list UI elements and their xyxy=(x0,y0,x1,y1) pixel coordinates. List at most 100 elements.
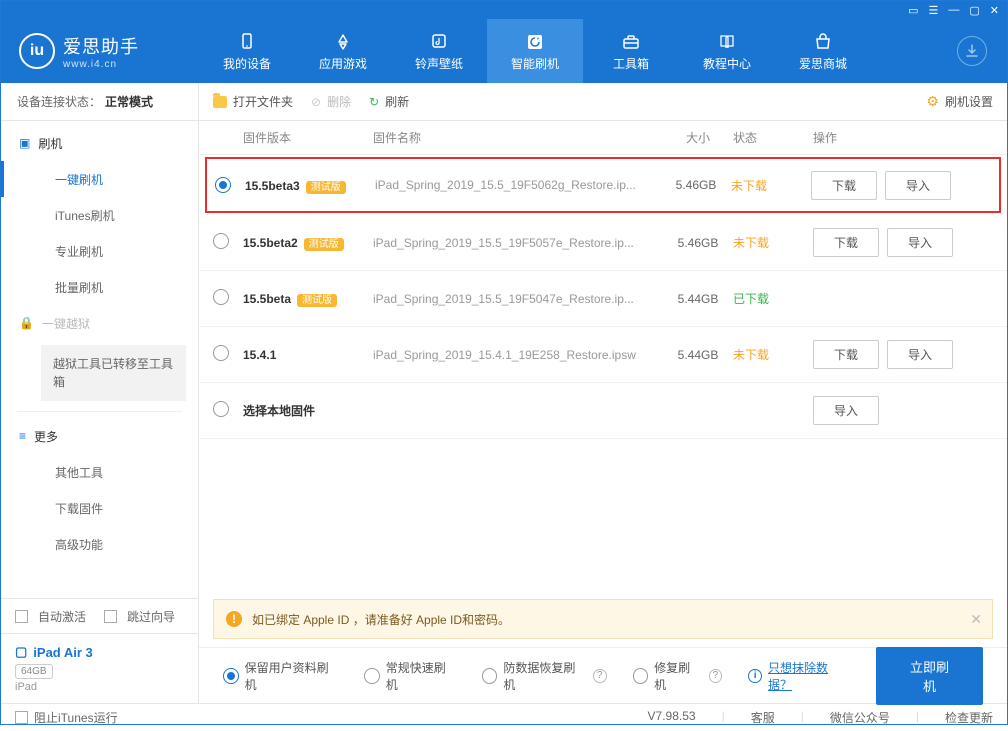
firmware-version: 15.5beta xyxy=(243,292,291,306)
app-icon xyxy=(332,31,354,53)
device-name: iPad Air 3 xyxy=(33,645,92,660)
refresh-icon: ↻ xyxy=(369,95,379,109)
sidebar-item-0-1[interactable]: iTunes刷机 xyxy=(1,197,198,233)
firmware-radio[interactable] xyxy=(215,177,231,193)
open-folder-button[interactable]: 打开文件夹 xyxy=(213,93,293,110)
flash-settings-button[interactable]: ⚙ 刷机设置 xyxy=(926,93,993,110)
skip-guide-checkbox[interactable] xyxy=(104,610,117,623)
sidebar-item-2-2[interactable]: 高级功能 xyxy=(1,526,198,562)
flash-option-2[interactable]: 防数据恢复刷机? xyxy=(482,659,607,693)
titlebar-maximize-icon[interactable]: ▢ xyxy=(969,4,979,17)
top-tab-shop[interactable]: 爱思商城 xyxy=(775,19,871,83)
firmware-table-header: 固件版本 固件名称 大小 状态 操作 xyxy=(199,121,1007,155)
firmware-filename: iPad_Spring_2019_15.5_19F5062g_Restore.i… xyxy=(375,178,661,192)
help-icon[interactable]: ? xyxy=(709,669,723,683)
firmware-size: 5.46GB xyxy=(663,236,733,250)
firmware-size: 5.46GB xyxy=(661,178,731,192)
refresh-icon xyxy=(524,31,546,53)
sidebar-item-2-0[interactable]: 其他工具 xyxy=(1,454,198,490)
top-tab-book[interactable]: 教程中心 xyxy=(679,19,775,83)
banner-close-icon[interactable]: ✕ xyxy=(970,611,982,628)
download-button[interactable]: 下载 xyxy=(811,171,877,200)
app-version: V7.98.53 xyxy=(648,709,696,726)
help-icon[interactable]: ? xyxy=(593,669,607,683)
top-tab-toolbox[interactable]: 工具箱 xyxy=(583,19,679,83)
firmware-size: 5.44GB xyxy=(663,292,733,306)
device-type: iPad xyxy=(15,681,184,693)
top-tab-refresh[interactable]: 智能刷机 xyxy=(487,19,583,83)
auto-activate-label: 自动激活 xyxy=(38,608,86,625)
flash-now-button[interactable]: 立即刷机 xyxy=(876,647,983,705)
firmware-radio[interactable] xyxy=(213,289,229,305)
sidebar-head-2[interactable]: ≡更多 xyxy=(1,418,198,454)
support-link[interactable]: 客服 xyxy=(751,709,775,726)
flash-option-1[interactable]: 常规快速刷机 xyxy=(364,659,456,693)
firmware-filename: iPad_Spring_2019_15.5_19F5057e_Restore.i… xyxy=(373,236,663,250)
firmware-row-4[interactable]: 选择本地固件 导入 xyxy=(199,383,1007,439)
download-manager-icon[interactable] xyxy=(957,36,987,66)
delete-icon: ⊘ xyxy=(311,95,321,109)
top-tab-app[interactable]: 应用游戏 xyxy=(295,19,391,83)
firmware-radio[interactable] xyxy=(213,401,229,417)
block-itunes-label: 阻止iTunes运行 xyxy=(34,709,118,726)
firmware-radio[interactable] xyxy=(213,233,229,249)
flash-option-radio[interactable] xyxy=(633,668,649,684)
sidebar-item-0-2[interactable]: 专业刷机 xyxy=(1,233,198,269)
auto-activate-checkbox[interactable] xyxy=(15,610,28,623)
sidebar-item-0-3[interactable]: 批量刷机 xyxy=(1,269,198,305)
music-icon xyxy=(428,31,450,53)
col-version: 固件版本 xyxy=(243,129,373,146)
import-button[interactable]: 导入 xyxy=(885,171,951,200)
firmware-version: 15.5beta2 xyxy=(243,236,298,250)
top-tab-device[interactable]: 我的设备 xyxy=(199,19,295,83)
sidebar-item-2-1[interactable]: 下载固件 xyxy=(1,490,198,526)
device-info[interactable]: ▢ iPad Air 3 64GB iPad xyxy=(1,633,198,703)
sidebar-head-0[interactable]: ▣刷机 xyxy=(1,125,198,161)
erase-data-link-wrap: i 只想抹除数据？ xyxy=(748,659,850,693)
flash-option-radio[interactable] xyxy=(223,668,239,684)
firmware-row-2[interactable]: 15.5beta测试版iPad_Spring_2019_15.5_19F5047… xyxy=(199,271,1007,327)
sidebar-menu: ▣刷机一键刷机iTunes刷机专业刷机批量刷机🔒一键越狱越狱工具已转移至工具箱≡… xyxy=(1,121,198,598)
book-icon xyxy=(716,31,738,53)
block-itunes-checkbox[interactable] xyxy=(15,711,28,724)
firmware-row-3[interactable]: 15.4.1iPad_Spring_2019_15.4.1_19E258_Res… xyxy=(199,327,1007,383)
import-button[interactable]: 导入 xyxy=(887,228,953,257)
refresh-button[interactable]: ↻ 刷新 xyxy=(369,93,409,110)
beta-badge: 测试版 xyxy=(306,181,346,194)
firmware-size: 5.44GB xyxy=(663,348,733,362)
wechat-link[interactable]: 微信公众号 xyxy=(830,709,890,726)
firmware-version: 15.5beta3 xyxy=(245,179,300,193)
flash-option-radio[interactable] xyxy=(482,668,498,684)
firmware-status: 未下载 xyxy=(731,177,811,194)
app-domain: www.i4.cn xyxy=(63,59,139,70)
top-tab-music[interactable]: 铃声壁纸 xyxy=(391,19,487,83)
firmware-row-0[interactable]: 15.5beta3 测试版 iPad_Spring_2019_15.5_19F506… xyxy=(205,157,1001,213)
download-button[interactable]: 下载 xyxy=(813,228,879,257)
flash-option-0[interactable]: 保留用户资料刷机 xyxy=(223,659,338,693)
logo-icon: iu xyxy=(19,33,55,69)
col-ops: 操作 xyxy=(813,129,993,146)
titlebar-close-icon[interactable]: ✕ xyxy=(990,4,999,17)
firmware-version: 选择本地固件 xyxy=(243,404,315,418)
import-button[interactable]: 导入 xyxy=(887,340,953,369)
status-value: 正常模式 xyxy=(105,93,153,110)
import-button[interactable]: 导入 xyxy=(813,396,879,425)
firmware-radio[interactable] xyxy=(213,345,229,361)
titlebar-minimize-icon[interactable]: — xyxy=(948,4,959,16)
check-update-link[interactable]: 检查更新 xyxy=(945,709,993,726)
erase-data-link[interactable]: 只想抹除数据？ xyxy=(768,659,850,693)
download-button[interactable]: 下载 xyxy=(813,340,879,369)
col-size: 大小 xyxy=(663,129,733,146)
toolbox-icon xyxy=(620,31,642,53)
lock-icon: 🔒 xyxy=(19,316,34,330)
firmware-row-1[interactable]: 15.5beta2测试版iPad_Spring_2019_15.5_19F505… xyxy=(199,215,1007,271)
delete-button[interactable]: ⊘ 删除 xyxy=(311,93,351,110)
toolbar: 打开文件夹 ⊘ 删除 ↻ 刷新 ⚙ 刷机设置 xyxy=(199,83,1007,121)
device-icon: ▢ xyxy=(15,644,27,660)
sidebar-item-0-0[interactable]: 一键刷机 xyxy=(1,161,198,197)
titlebar-book-icon[interactable]: ▭ xyxy=(908,4,918,17)
titlebar-menu-icon[interactable]: ☰ xyxy=(929,4,939,17)
flash-option-3[interactable]: 修复刷机? xyxy=(633,659,723,693)
more-icon: ≡ xyxy=(19,429,26,443)
flash-option-radio[interactable] xyxy=(364,668,380,684)
